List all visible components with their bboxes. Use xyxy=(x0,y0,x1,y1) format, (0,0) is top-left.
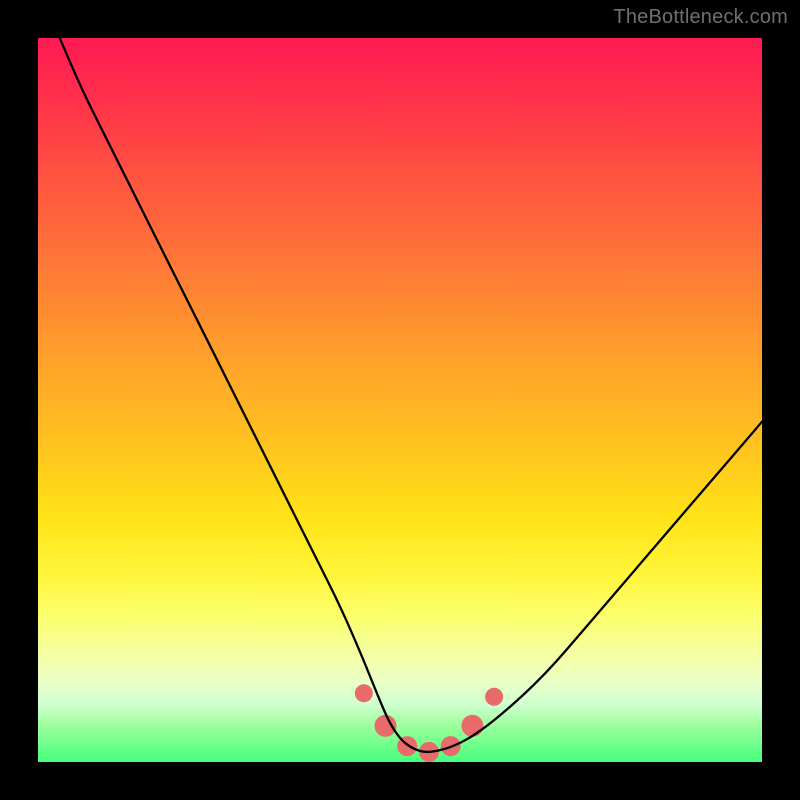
trough-marker xyxy=(375,715,397,737)
chart-plot-area xyxy=(38,38,762,762)
trough-marker xyxy=(485,688,503,706)
chart-svg xyxy=(38,38,762,762)
trough-marker xyxy=(355,684,373,702)
trough-marker xyxy=(461,715,483,737)
watermark-text: TheBottleneck.com xyxy=(613,6,788,29)
chart-curve-path xyxy=(60,38,762,752)
chart-frame: TheBottleneck.com xyxy=(0,0,800,800)
